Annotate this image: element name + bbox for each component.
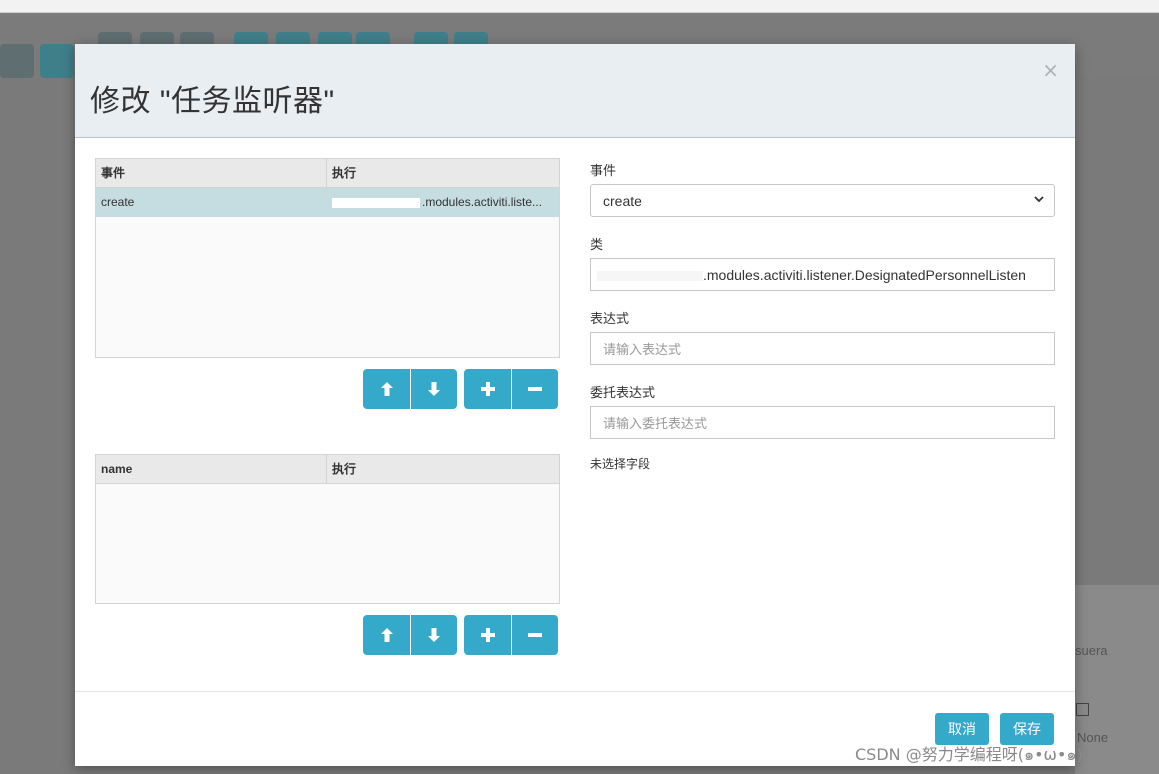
plus-icon bbox=[480, 628, 495, 642]
field-order-buttons bbox=[363, 615, 457, 655]
dialog-title: 修改 "任务监听器" bbox=[90, 85, 335, 118]
no-field-selected-text: 未选择字段 bbox=[590, 457, 651, 471]
move-down-button[interactable] bbox=[410, 615, 457, 655]
class-text: .modules.activiti.listener.DesignatedPer… bbox=[703, 267, 1026, 283]
arrow-down-icon bbox=[428, 628, 440, 642]
dialog-header: 修改 "任务监听器" × bbox=[75, 44, 1075, 138]
column-header-name[interactable]: name bbox=[96, 455, 327, 483]
edit-task-listener-dialog: 修改 "任务监听器" × 事件 执行 create .modules.activ… bbox=[75, 44, 1075, 766]
delegate-expression-input[interactable] bbox=[590, 406, 1055, 439]
class-field-value: .modules.activiti.listener.DesignatedPer… bbox=[597, 267, 1026, 283]
add-listener-button[interactable] bbox=[464, 369, 511, 409]
plus-icon bbox=[480, 382, 495, 396]
close-icon[interactable]: × bbox=[1042, 58, 1059, 82]
minus-icon bbox=[528, 633, 542, 637]
table-header: name 执行 bbox=[96, 455, 559, 484]
watermark: CSDN @努力学编程呀(๑•ω•๑) bbox=[855, 745, 1083, 764]
column-header-implementation[interactable]: 执行 bbox=[327, 159, 559, 187]
event-label: 事件 bbox=[590, 163, 617, 178]
table-header: 事件 执行 bbox=[96, 159, 559, 188]
remove-listener-button[interactable] bbox=[511, 369, 558, 409]
move-up-button[interactable] bbox=[363, 369, 410, 409]
background-checkbox bbox=[1076, 703, 1089, 716]
browser-top-strip bbox=[0, 0, 1159, 13]
redo-icon bbox=[0, 44, 34, 78]
class-field[interactable]: .modules.activiti.listener.DesignatedPer… bbox=[590, 258, 1055, 291]
redacted-text bbox=[332, 197, 420, 208]
expression-input[interactable] bbox=[590, 332, 1055, 365]
row-event-cell: create bbox=[101, 195, 135, 209]
arrow-up-icon bbox=[380, 382, 393, 396]
delegate-expression-label: 委托表达式 bbox=[590, 385, 656, 400]
background-properties-panel: suera None bbox=[1075, 585, 1159, 774]
minus-icon bbox=[528, 387, 542, 391]
field-table: name 执行 bbox=[95, 454, 560, 604]
table-row[interactable]: create .modules.activiti.liste... bbox=[96, 188, 559, 217]
column-header-event[interactable]: 事件 bbox=[96, 159, 327, 187]
implementation-text: .modules.activiti.liste... bbox=[422, 195, 543, 209]
chevron-down-icon bbox=[1034, 193, 1044, 208]
listener-order-buttons bbox=[363, 369, 457, 409]
row-implementation-cell: .modules.activiti.liste... bbox=[327, 188, 559, 217]
background-text: suera bbox=[1075, 643, 1108, 658]
move-up-button[interactable] bbox=[363, 615, 410, 655]
arrow-up-icon bbox=[380, 628, 393, 642]
add-field-button[interactable] bbox=[464, 615, 511, 655]
expression-label: 表达式 bbox=[590, 311, 630, 326]
event-select[interactable]: create bbox=[590, 184, 1055, 217]
listener-add-remove-buttons bbox=[464, 369, 558, 409]
field-add-remove-buttons bbox=[464, 615, 558, 655]
redacted-text bbox=[597, 271, 703, 282]
remove-field-button[interactable] bbox=[511, 615, 558, 655]
class-label: 类 bbox=[590, 237, 604, 252]
listener-table: 事件 执行 create .modules.activiti.liste... bbox=[95, 158, 560, 358]
move-down-button[interactable] bbox=[410, 369, 457, 409]
column-header-implementation[interactable]: 执行 bbox=[327, 455, 559, 483]
event-select-value: create bbox=[603, 193, 642, 209]
undo-icon bbox=[40, 44, 74, 78]
arrow-down-icon bbox=[428, 382, 440, 396]
